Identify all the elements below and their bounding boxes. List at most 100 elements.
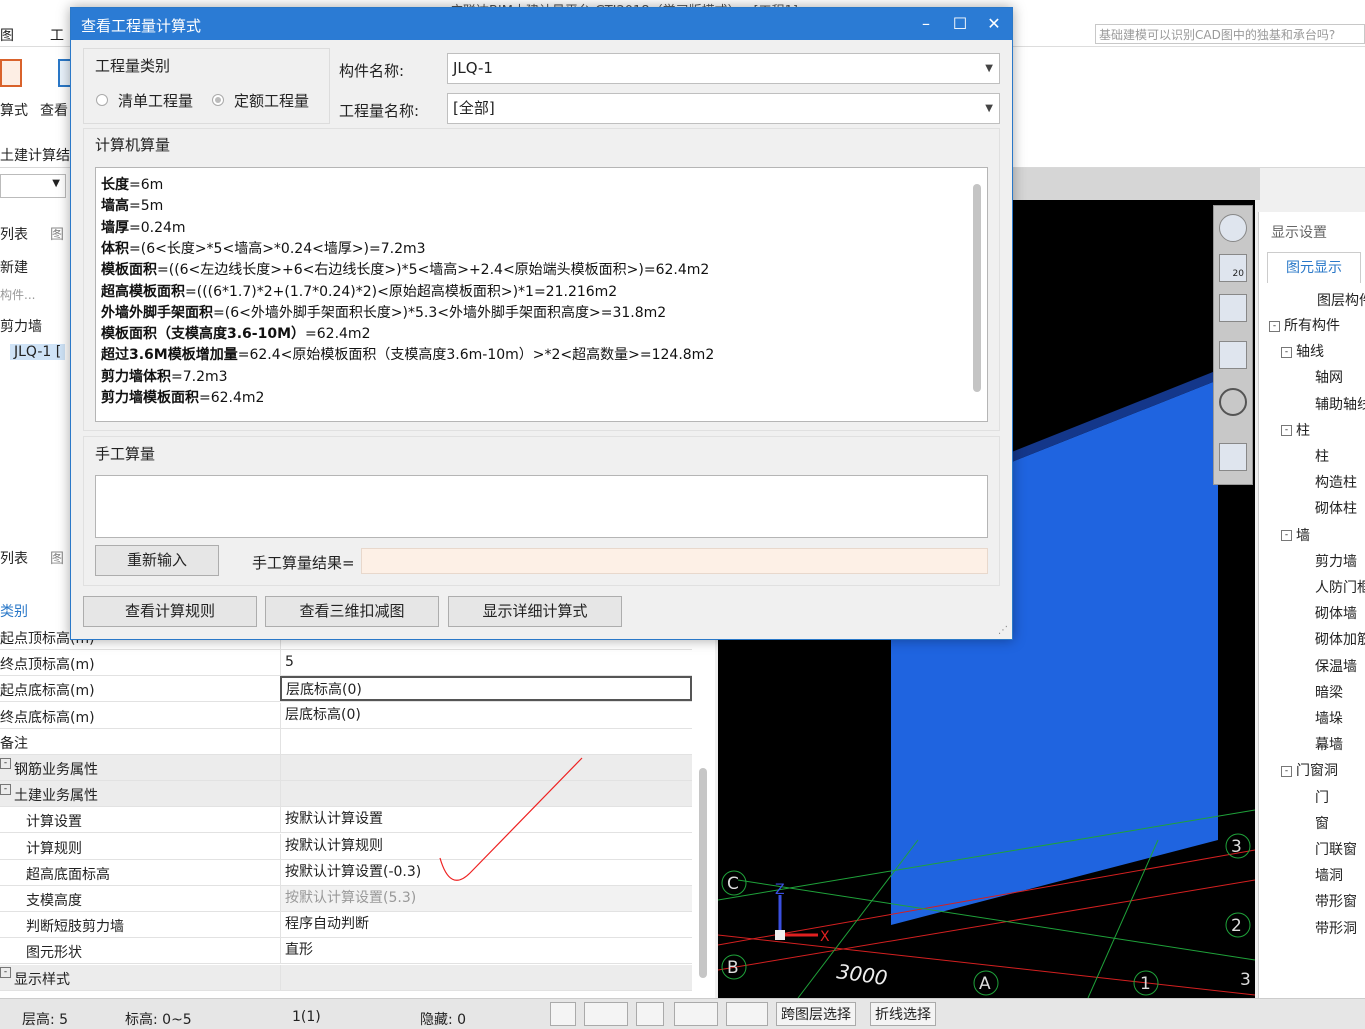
- ribbon-tab-2[interactable]: 工: [50, 25, 64, 45]
- layer-tree-item[interactable]: -墙: [1281, 525, 1310, 545]
- layer-tree-item[interactable]: 幕墙: [1315, 734, 1343, 754]
- collapse-icon[interactable]: -: [1269, 320, 1280, 332]
- angle-icon[interactable]: [674, 1002, 718, 1026]
- ortho-icon[interactable]: [550, 1002, 576, 1026]
- layer-tree-item[interactable]: 门: [1315, 787, 1329, 807]
- property-row[interactable]: 图元形状 直形: [0, 938, 692, 965]
- help-search-input[interactable]: 基础建模可以识别CAD图中的独基和承台吗?: [1095, 24, 1365, 44]
- close-icon[interactable]: ✕: [977, 8, 1011, 40]
- layer-tree-item[interactable]: 构造柱: [1315, 472, 1357, 492]
- ribbon-btn-view[interactable]: 查看: [40, 100, 68, 120]
- layer-tree-item[interactable]: 辅助轴线: [1315, 394, 1365, 414]
- property-value[interactable]: [280, 964, 692, 990]
- cross-floor-select-button[interactable]: 跨图层选择: [776, 1002, 856, 1026]
- view-calc-rules-button[interactable]: 查看计算规则: [83, 596, 257, 627]
- snap-icon[interactable]: [584, 1002, 628, 1026]
- radio-quota-qty[interactable]: [212, 94, 224, 106]
- radio-quota-label[interactable]: 定额工程量: [234, 90, 309, 111]
- property-scrollbar[interactable]: [699, 768, 707, 978]
- layer-tree-item[interactable]: 带形洞: [1315, 918, 1357, 938]
- qty-name-select[interactable]: [全部] ▼: [447, 93, 1000, 124]
- grid-fit-icon[interactable]: [1219, 443, 1247, 471]
- layer-tree-item[interactable]: - 门窗洞: [1281, 760, 1338, 780]
- layer-tree-item[interactable]: 砌体加筋: [1315, 629, 1365, 649]
- radio-bill-qty[interactable]: [96, 94, 108, 106]
- property-row[interactable]: 备注: [0, 728, 692, 755]
- layer-tree-item[interactable]: 剪力墙: [1315, 551, 1357, 571]
- collapse-icon[interactable]: -: [1281, 425, 1292, 437]
- layer-tree-item[interactable]: 人防门框墙: [1315, 577, 1365, 597]
- layer-tree-item[interactable]: 保温墙: [1315, 656, 1357, 676]
- dialog-titlebar[interactable]: 查看工程量计算式 – ☐ ✕: [71, 8, 1012, 40]
- collapse-icon[interactable]: -: [1281, 346, 1292, 358]
- tab-layer[interactable]: 图: [50, 224, 64, 244]
- orbit-icon[interactable]: [1219, 214, 1247, 242]
- expand-icon[interactable]: -: [0, 783, 11, 795]
- radio-bill-label[interactable]: 清单工程量: [118, 90, 193, 111]
- layer-tree-item[interactable]: 门联窗: [1315, 839, 1357, 859]
- minimize-icon[interactable]: –: [909, 8, 943, 40]
- layer-tree-item[interactable]: 带形窗: [1315, 891, 1357, 911]
- calc-formula-icon[interactable]: [0, 59, 22, 87]
- property-value[interactable]: 5: [280, 650, 692, 676]
- layer-tree-label: 窗: [1315, 815, 1329, 832]
- resize-grip-icon[interactable]: ⋰: [998, 625, 1008, 636]
- offset-icon[interactable]: [726, 1002, 768, 1026]
- manual-calc-input[interactable]: [95, 475, 988, 538]
- property-row[interactable]: 终点底标高(m) 层底标高(0): [0, 702, 692, 729]
- ribbon-tab-1[interactable]: 图: [0, 25, 14, 45]
- property-value[interactable]: 程序自动判断: [280, 912, 692, 938]
- property-value[interactable]: 层底标高(0): [280, 676, 692, 702]
- property-value[interactable]: 层底标高(0): [280, 702, 692, 728]
- layer-tree-item[interactable]: 砌体墙: [1315, 603, 1357, 623]
- component-name-select[interactable]: JLQ-1 ▼: [447, 53, 1000, 84]
- axis-label-3: 3: [1231, 837, 1242, 857]
- cross-icon[interactable]: [636, 1002, 664, 1026]
- layer-tree-item[interactable]: 墙垛: [1315, 708, 1343, 728]
- calc-line-expression: =62.4<原始模板面积（支模高度3.6m-10m）>*2<超高数量>=124.…: [237, 347, 715, 364]
- expand-icon[interactable]: -: [0, 757, 11, 769]
- show-detail-formula-button[interactable]: 显示详细计算式: [448, 596, 622, 627]
- layer-tree-item[interactable]: 柱: [1315, 446, 1329, 466]
- layer-tree-item[interactable]: 墙洞: [1315, 865, 1343, 885]
- reenter-button[interactable]: 重新输入: [95, 545, 219, 576]
- property-value[interactable]: 直形: [280, 938, 692, 964]
- tab-component-list[interactable]: 列表: [0, 224, 28, 244]
- expand-icon[interactable]: -: [0, 967, 11, 979]
- property-row[interactable]: 起点底标高(m) 层底标高(0): [0, 676, 692, 703]
- manual-calc-legend: 手工算量: [95, 445, 156, 463]
- rotate-icon[interactable]: [1219, 388, 1247, 416]
- layer-tree-item[interactable]: 砌体柱: [1315, 498, 1357, 518]
- property-row[interactable]: - 显示样式: [0, 964, 692, 991]
- property-row[interactable]: 终点顶标高(m) 5: [0, 650, 692, 677]
- tab-property-list[interactable]: 列表: [0, 548, 28, 568]
- tree-node-shearwall[interactable]: 剪力墙: [0, 316, 42, 336]
- tab-element-display[interactable]: 图元显示: [1267, 252, 1361, 283]
- layer-tree-item[interactable]: 窗: [1315, 813, 1329, 833]
- polyline-select-button[interactable]: 折线选择: [870, 1002, 936, 1026]
- collapse-icon[interactable]: -: [1281, 530, 1292, 542]
- collapse-icon[interactable]: -: [1281, 765, 1292, 777]
- maximize-icon[interactable]: ☐: [943, 8, 977, 40]
- zoom-20-button[interactable]: 20: [1219, 254, 1247, 282]
- property-row[interactable]: 判断短肢剪力墙 程序自动判断: [0, 912, 692, 939]
- layer-tree-item[interactable]: 暗梁: [1315, 682, 1343, 702]
- calc-line: 剪力墙体积=7.2m3: [101, 366, 228, 386]
- component-search-input[interactable]: 构件...: [0, 286, 35, 303]
- layer-tree-item[interactable]: -柱: [1281, 420, 1310, 440]
- tree-item-jlq1[interactable]: JLQ-1 [: [10, 344, 66, 360]
- layer-tree-item[interactable]: - 轴线: [1281, 341, 1324, 361]
- tab-layer-2[interactable]: 图: [50, 548, 64, 568]
- new-component-button[interactable]: 新建: [0, 257, 28, 277]
- property-value[interactable]: [280, 728, 692, 754]
- layer-tree-item[interactable]: 轴网: [1315, 367, 1343, 387]
- ribbon-btn-formula[interactable]: 算式: [0, 100, 28, 120]
- cube-view-icon[interactable]: [1219, 294, 1247, 322]
- box-view-icon[interactable]: [1219, 341, 1247, 369]
- calc-scrollbar[interactable]: [973, 184, 981, 392]
- floor-combo[interactable]: ▼: [0, 174, 66, 198]
- layer-tree-item[interactable]: - 所有构件: [1269, 315, 1340, 335]
- manual-result-label: 手工算量结果=: [252, 554, 355, 572]
- view-3d-deduction-button[interactable]: 查看三维扣减图: [265, 596, 439, 627]
- calc-formula-text[interactable]: 长度=6m 墙高=5m 墙厚=0.24m 体积=(6<长度>*5<墙高>*0.24<墙…: [95, 167, 988, 422]
